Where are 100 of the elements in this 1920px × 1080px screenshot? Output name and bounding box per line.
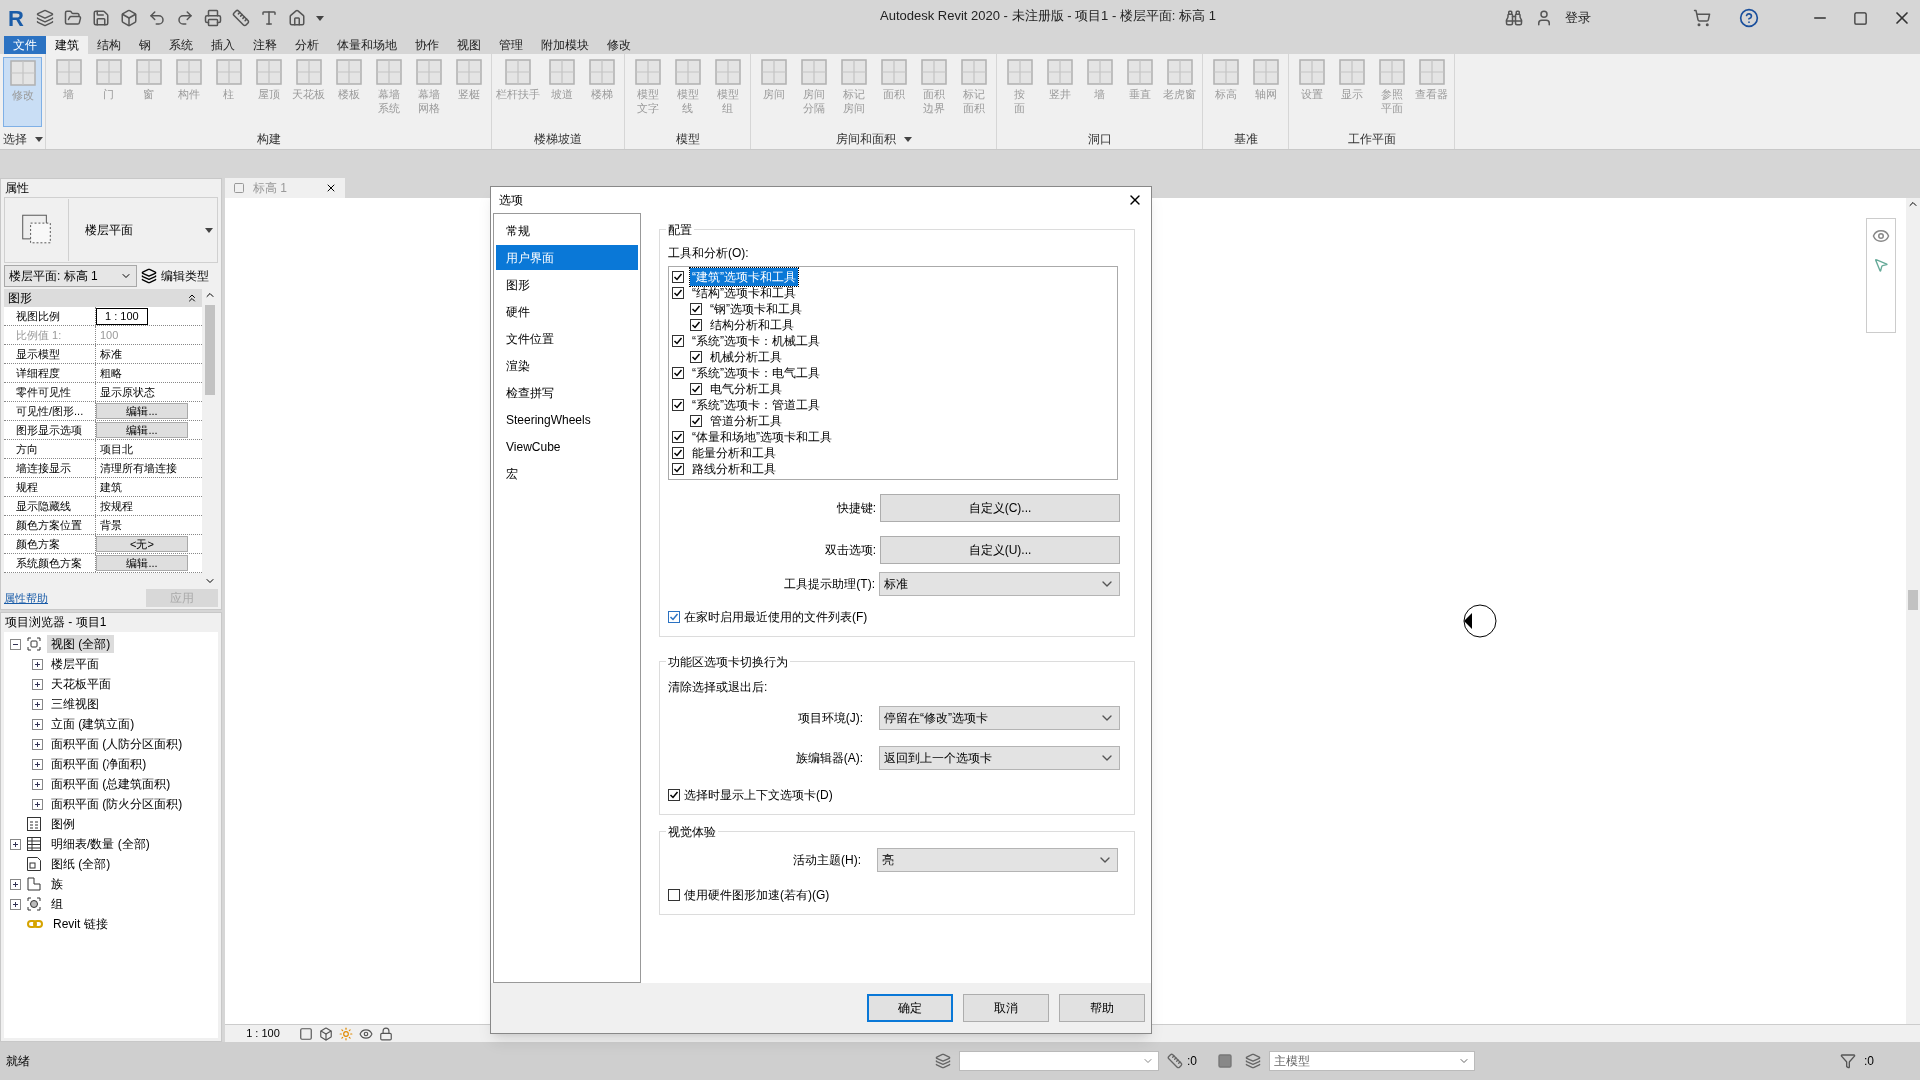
tree-item[interactable]: 明细表/数量 (全部) xyxy=(47,835,154,853)
tree-item[interactable]: 族 xyxy=(47,875,67,893)
checkbox[interactable] xyxy=(672,287,684,299)
expand-icon[interactable] xyxy=(32,718,43,730)
ribbon-tab[interactable]: 附加模块 xyxy=(532,36,598,54)
dialog-button[interactable]: 确定 xyxy=(867,994,953,1022)
open-icon[interactable] xyxy=(63,9,82,27)
nav-item[interactable]: 渲染 xyxy=(496,353,638,378)
undo-icon[interactable] xyxy=(147,9,166,27)
filter-icon[interactable] xyxy=(1840,1053,1856,1069)
edit-button[interactable]: 编辑... xyxy=(96,555,188,571)
binoculars-icon[interactable] xyxy=(1505,9,1523,27)
expand-icon[interactable] xyxy=(32,698,43,710)
dialog-button[interactable]: 取消 xyxy=(963,994,1049,1022)
expand-icon[interactable] xyxy=(32,758,43,770)
close-icon[interactable] xyxy=(325,182,337,194)
visibility-icon[interactable] xyxy=(359,1026,373,1041)
checkbox[interactable] xyxy=(668,889,680,901)
list-item[interactable]: “结构”选项卡和工具 xyxy=(690,284,798,302)
nav-item[interactable]: SteeringWheels xyxy=(496,407,638,432)
user-icon[interactable] xyxy=(1535,9,1553,27)
expand-icon[interactable] xyxy=(32,778,43,790)
collapse-icon[interactable] xyxy=(10,638,21,650)
ribbon-tab[interactable]: 系统 xyxy=(160,36,202,54)
print-icon[interactable] xyxy=(203,9,222,27)
checkbox[interactable] xyxy=(690,319,702,331)
list-item[interactable]: “体量和场地”选项卡和工具 xyxy=(690,428,834,446)
help-icon[interactable] xyxy=(1739,8,1759,28)
scrollbar-thumb[interactable] xyxy=(205,305,215,395)
view-scale[interactable]: 1 : 100 xyxy=(233,1025,293,1042)
ribbon-tab[interactable]: 分析 xyxy=(286,36,328,54)
maximize-icon[interactable] xyxy=(1853,10,1868,26)
house-icon[interactable] xyxy=(287,9,306,27)
nav-item[interactable]: 用户界面 xyxy=(496,245,638,270)
tree-item[interactable]: 三维视图 xyxy=(51,695,99,713)
list-item[interactable]: 机械分析工具 xyxy=(708,348,784,366)
ribbon-tab[interactable]: 注释 xyxy=(244,36,286,54)
expand-icon[interactable] xyxy=(10,838,21,850)
checkbox[interactable] xyxy=(668,789,680,801)
nav-item[interactable]: 图形 xyxy=(496,272,638,297)
tree-item[interactable]: 图例 xyxy=(47,815,79,833)
ribbon-tab[interactable]: 建筑 xyxy=(46,36,88,54)
ribbon-tab[interactable]: 钢 xyxy=(130,36,160,54)
tree-item[interactable]: 视图 (全部) xyxy=(47,635,115,653)
tree-item[interactable]: 面积平面 (总建筑面积) xyxy=(51,775,171,793)
list-item[interactable]: 路线分析和工具 xyxy=(690,460,778,478)
theme-dropdown[interactable]: 亮 xyxy=(877,848,1118,872)
checkbox[interactable] xyxy=(690,383,702,395)
lock-icon[interactable] xyxy=(379,1026,393,1041)
tree-item[interactable]: 天花板平面 xyxy=(51,675,111,693)
project-dropdown[interactable]: 停留在“修改”选项卡 xyxy=(879,706,1120,730)
ribbon-tab[interactable]: 结构 xyxy=(88,36,130,54)
list-item[interactable]: “系统”选项卡：电气工具 xyxy=(690,364,822,382)
checkbox[interactable] xyxy=(672,335,684,347)
edit-type-button[interactable]: 编辑类型 xyxy=(141,267,209,285)
checkbox[interactable] xyxy=(690,415,702,427)
checkbox[interactable] xyxy=(672,431,684,443)
properties-help-link[interactable]: 属性帮助 xyxy=(4,589,48,607)
expand-icon[interactable] xyxy=(32,798,43,810)
list-item[interactable]: 电气分析工具 xyxy=(708,380,784,398)
sign-in-link[interactable]: 登录 xyxy=(1565,8,1591,28)
list-item[interactable]: 能量分析和工具 xyxy=(690,444,778,462)
expand-icon[interactable] xyxy=(10,898,21,910)
ribbon-tab[interactable]: 修改 xyxy=(598,36,640,54)
checkbox[interactable] xyxy=(672,463,684,475)
list-item[interactable]: “系统”选项卡：机械工具 xyxy=(690,332,822,350)
checkbox[interactable] xyxy=(668,611,680,623)
checkbox[interactable] xyxy=(672,271,684,283)
customize-button[interactable]: 自定义(C)... xyxy=(880,494,1120,522)
tree-item[interactable]: 面积平面 (净面积) xyxy=(51,755,147,773)
ribbon-tab[interactable]: 协作 xyxy=(406,36,448,54)
layers-icon[interactable] xyxy=(35,9,54,27)
expand-icon[interactable] xyxy=(10,878,21,890)
ribbon-tab[interactable]: 视图 xyxy=(448,36,490,54)
checkbox[interactable] xyxy=(690,303,702,315)
checkbox[interactable] xyxy=(690,351,702,363)
ribbon-tab[interactable]: 插入 xyxy=(202,36,244,54)
customize-button[interactable]: 自定义(U)... xyxy=(880,536,1120,564)
ruler-icon[interactable] xyxy=(231,9,250,27)
family-editor-dropdown[interactable]: 返回到上一个选项卡 xyxy=(879,746,1120,770)
ribbon-tab[interactable]: 文件 xyxy=(4,36,46,54)
scrollbar-thumb[interactable] xyxy=(1908,590,1918,610)
tree-item[interactable]: 立面 (建筑立面) xyxy=(51,715,135,733)
checkbox[interactable] xyxy=(672,447,684,459)
text-icon[interactable] xyxy=(259,9,278,27)
cube-icon[interactable] xyxy=(119,9,138,27)
tree-item[interactable]: Revit 链接 xyxy=(49,915,112,933)
nav-item[interactable]: 硬件 xyxy=(496,299,638,324)
list-item[interactable]: “建筑”选项卡和工具 xyxy=(690,268,798,286)
edit-button[interactable]: 编辑... xyxy=(96,403,188,419)
tooltip-dropdown[interactable]: 标准 xyxy=(879,572,1120,596)
expand-icon[interactable] xyxy=(32,658,43,670)
scale-field[interactable]: 1 : 100 xyxy=(96,307,148,325)
nav-item[interactable]: 宏 xyxy=(496,461,638,486)
expand-icon[interactable] xyxy=(32,738,43,750)
nav-item[interactable]: 常规 xyxy=(496,218,638,243)
edit-button[interactable]: 编辑... xyxy=(96,422,188,438)
nav-item[interactable]: ViewCube xyxy=(496,434,638,459)
checkbox[interactable] xyxy=(672,399,684,411)
instance-dropdown[interactable]: 楼层平面: 标高 1 xyxy=(4,265,137,287)
